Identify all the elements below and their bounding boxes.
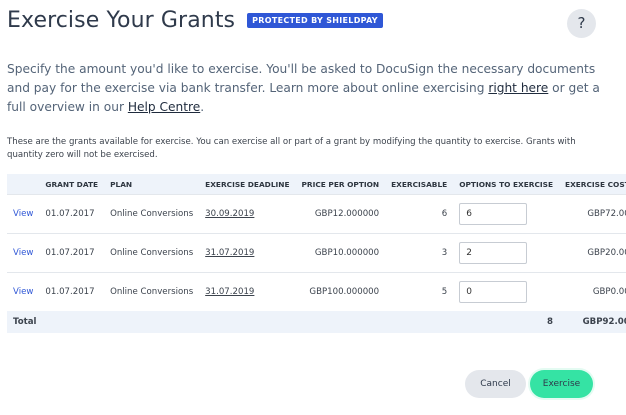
table-row: View 01.07.2017 Online Conversions 31.07… [7, 233, 626, 273]
exercise-deadline-cell: 31.07.2019 [205, 248, 255, 258]
exercise-cost-cell: GBP20.00 [559, 233, 626, 273]
intro-text-part: . [200, 100, 205, 114]
view-link[interactable]: View [7, 272, 40, 311]
column-header-exercise-deadline: EXERCISE DEADLINE [199, 174, 296, 195]
table-row: View 01.07.2017 Online Conversions 31.07… [7, 272, 626, 311]
view-link[interactable]: View [7, 233, 40, 273]
price-per-option-cell: GBP10.000000 [295, 233, 386, 273]
right-here-link[interactable]: right here [488, 81, 548, 95]
options-to-exercise-input[interactable] [459, 242, 528, 264]
options-to-exercise-input[interactable] [459, 203, 528, 225]
table-header-row: GRANT DATE PLAN EXERCISE DEADLINE PRICE … [7, 174, 626, 195]
total-options-to-exercise: 8 [453, 311, 560, 333]
exercisable-cell: 3 [385, 233, 454, 273]
exercisable-cell: 5 [385, 272, 454, 311]
column-header-plan: PLAN [104, 174, 200, 195]
column-header-price-per-option: PRICE PER OPTION [295, 174, 386, 195]
column-header-grant-date: GRANT DATE [39, 174, 105, 195]
intro-text: Specify the amount you'd like to exercis… [7, 60, 607, 117]
exercise-button[interactable]: Exercise [530, 370, 593, 398]
exercise-cost-cell: GBP72.00 [559, 194, 626, 234]
exercise-deadline-cell: 31.07.2019 [205, 287, 255, 297]
column-header-action [7, 174, 40, 195]
exercisable-cell: 6 [385, 194, 454, 234]
column-header-exercise-cost: EXERCISE COST [559, 174, 626, 195]
view-link[interactable]: View [7, 194, 40, 234]
table-row: View 01.07.2017 Online Conversions 30.09… [7, 194, 626, 234]
help-button[interactable]: ? [567, 9, 596, 38]
total-label: Total [7, 311, 105, 333]
dialog-header: Exercise Your Grants PROTECTED BY SHIELD… [7, 8, 383, 33]
grant-date-cell: 01.07.2017 [39, 233, 105, 273]
grants-table: GRANT DATE PLAN EXERCISE DEADLINE PRICE … [7, 174, 626, 333]
page-title: Exercise Your Grants [7, 8, 236, 33]
exercise-cost-cell: GBP0.00 [559, 272, 626, 311]
grant-date-cell: 01.07.2017 [39, 194, 105, 234]
price-per-option-cell: GBP100.000000 [295, 272, 386, 311]
total-exercise-cost: GBP92.00 [559, 311, 626, 333]
shieldpay-badge: PROTECTED BY SHIELDPAY [247, 13, 383, 28]
plan-cell: Online Conversions [104, 272, 200, 311]
column-header-exercisable: EXERCISABLE [385, 174, 454, 195]
total-row: Total 8 GBP92.00 [7, 311, 626, 333]
column-header-options-to-exercise: OPTIONS TO EXERCISE [453, 174, 560, 195]
grant-date-cell: 01.07.2017 [39, 272, 105, 311]
options-to-exercise-input[interactable] [459, 281, 528, 303]
price-per-option-cell: GBP12.000000 [295, 194, 386, 234]
cancel-button[interactable]: Cancel [465, 370, 526, 398]
exercise-deadline-cell: 30.09.2019 [205, 209, 255, 219]
grants-note: These are the grants available for exerc… [7, 137, 576, 160]
help-centre-link[interactable]: Help Centre [128, 100, 200, 114]
plan-cell: Online Conversions [104, 194, 200, 234]
plan-cell: Online Conversions [104, 233, 200, 273]
